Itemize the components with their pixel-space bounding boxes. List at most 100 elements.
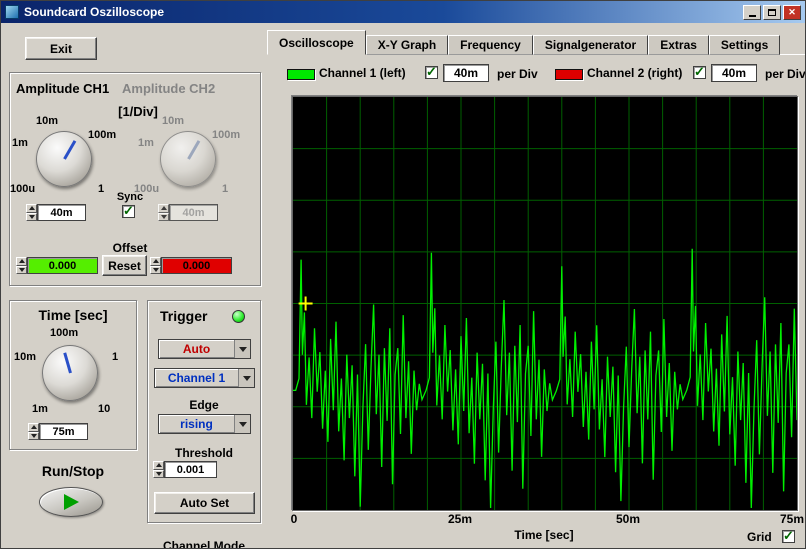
spin-up-icon [155, 460, 162, 468]
auto-set-button[interactable]: Auto Set [154, 492, 255, 514]
amplitude-ch1-value-field[interactable]: 40m [37, 204, 86, 221]
trigger-led [232, 310, 245, 323]
time-spin-up-button[interactable] [28, 423, 39, 432]
check-icon: ✓ [694, 64, 705, 79]
tab-strip: Oscilloscope X-Y Graph Frequency Signalg… [267, 30, 781, 55]
ch2-spin-up-button[interactable] [158, 204, 169, 213]
offset-ch1-up-button[interactable] [16, 257, 27, 266]
spin-down-icon [28, 214, 35, 222]
offset-ch1-down-button[interactable] [16, 265, 27, 274]
spin-up-icon [160, 203, 167, 211]
run-stop-button[interactable] [39, 487, 103, 517]
channel2-label: Channel 2 (right) [587, 66, 683, 80]
channel2-color-swatch [555, 69, 583, 80]
ch2-knob-label-100m: 100m [212, 129, 241, 141]
channel1-checkbox[interactable]: ✓ [425, 64, 438, 79]
time-knob-label-10m: 10m [14, 351, 37, 363]
threshold-spinner: 0.001 [153, 461, 217, 478]
x-tick-0: 0 [290, 512, 298, 526]
trigger-source-value: Channel 1 [167, 371, 226, 385]
tab-frequency[interactable]: Frequency [448, 35, 533, 55]
dropdown-arrow-icon [234, 340, 250, 358]
tab-xy-graph[interactable]: X-Y Graph [365, 35, 449, 55]
time-knob-label-10: 10 [98, 403, 111, 415]
offset-reset-button[interactable]: Reset [102, 255, 147, 276]
exit-button[interactable]: Exit [25, 37, 97, 60]
spin-down-icon [155, 471, 162, 479]
trigger-mode-dropdown[interactable]: Auto [158, 339, 251, 359]
ch1-knob-label-1: 1 [98, 183, 105, 195]
ch1-spin-up-button[interactable] [26, 204, 37, 213]
amplitude-ch1-knob[interactable] [36, 131, 92, 187]
tab-extras[interactable]: Extras [648, 35, 709, 55]
time-group: Time [sec] 100m 10m 1 1m 10 75m [9, 300, 137, 450]
titlebar[interactable]: Soundcard Oszilloscope ✕ [1, 1, 805, 23]
offset-ch2-down-button[interactable] [150, 265, 161, 275]
time-knob-label-1: 1 [112, 351, 119, 363]
dropdown-arrow-icon [238, 369, 254, 387]
tab-oscilloscope[interactable]: Oscilloscope [267, 30, 366, 55]
grid-checkbox[interactable]: ✓ [782, 529, 795, 543]
scope-display[interactable] [292, 96, 798, 511]
amplitude-ch2-spinner: 40m [158, 204, 218, 221]
threshold-down-button[interactable] [153, 469, 164, 479]
trigger-title: Trigger [160, 308, 208, 324]
amplitude-ch1-spinner: 40m [26, 204, 86, 221]
threshold-up-button[interactable] [153, 461, 164, 470]
channel2-checkbox[interactable]: ✓ [693, 64, 706, 79]
app-icon [5, 5, 19, 19]
trigger-edge-dropdown[interactable]: rising [158, 414, 251, 434]
offset-ch1-field[interactable]: 0.000 [27, 257, 98, 274]
ch1-spin-down-button[interactable] [26, 212, 37, 222]
offset-ch1-spinner: 0.000 [16, 257, 98, 274]
channel2-scale-field[interactable]: 40m [711, 64, 757, 82]
check-icon: ✓ [123, 203, 134, 218]
channel2-per-div-label: per Div [765, 67, 806, 81]
amplitude-ch2-knob[interactable] [160, 131, 216, 187]
ch1-knob-label-100m: 100m [88, 129, 117, 141]
time-knob[interactable] [42, 345, 98, 401]
close-button[interactable]: ✕ [783, 4, 801, 20]
time-spin-down-button[interactable] [28, 431, 39, 441]
channel1-color-swatch [287, 69, 315, 80]
trigger-source-dropdown[interactable]: Channel 1 [154, 368, 255, 388]
channel1-label: Channel 1 (left) [319, 66, 406, 80]
offset-ch2-spinner: 0.000 [150, 257, 232, 274]
offset-ch2-up-button[interactable] [150, 257, 161, 266]
spin-up-icon [30, 422, 37, 430]
channel1-per-div-label: per Div [497, 67, 538, 81]
trigger-group: Trigger Auto Channel 1 Edge rising Thres… [147, 300, 261, 523]
tab-signalgenerator[interactable]: Signalgenerator [532, 35, 649, 55]
play-icon [63, 494, 79, 510]
spin-down-icon [160, 214, 167, 222]
tab-settings[interactable]: Settings [708, 35, 781, 55]
grid-label: Grid [747, 530, 772, 544]
maximize-button[interactable] [763, 4, 781, 20]
time-value-field[interactable]: 75m [39, 423, 88, 440]
threshold-value-field[interactable]: 0.001 [164, 461, 217, 478]
ch1-knob-label-10m: 10m [36, 115, 59, 127]
run-stop-label: Run/Stop [41, 463, 105, 479]
check-icon: ✓ [426, 64, 437, 79]
close-icon: ✕ [788, 6, 796, 17]
ch2-spin-down-button[interactable] [158, 212, 169, 222]
x-axis-label: Time [sec] [514, 528, 574, 542]
spin-down-icon [30, 433, 37, 441]
ch1-knob-label-1m: 1m [12, 137, 28, 149]
minimize-button[interactable] [743, 4, 761, 20]
offset-ch2-field[interactable]: 0.000 [161, 257, 232, 274]
sync-checkbox[interactable]: ✓ [122, 203, 135, 218]
ch1-knob-needle [62, 140, 76, 160]
x-tick-50m: 50m [615, 512, 641, 526]
sync-label: Sync [116, 191, 144, 203]
x-tick-25m: 25m [447, 512, 473, 526]
spin-up-icon [18, 256, 25, 264]
spin-down-icon [152, 267, 159, 275]
window-title: Soundcard Oszilloscope [24, 5, 165, 19]
time-knob-needle [62, 352, 72, 374]
x-tick-75m: 75m [779, 512, 805, 526]
amplitude-group: Amplitude CH1 Amplitude CH2 [1/Div] 10m … [9, 72, 261, 286]
ch1-knob-label-100u: 100u [10, 183, 36, 195]
ch2-knob-needle [186, 140, 200, 160]
channel1-scale-field[interactable]: 40m [443, 64, 489, 82]
